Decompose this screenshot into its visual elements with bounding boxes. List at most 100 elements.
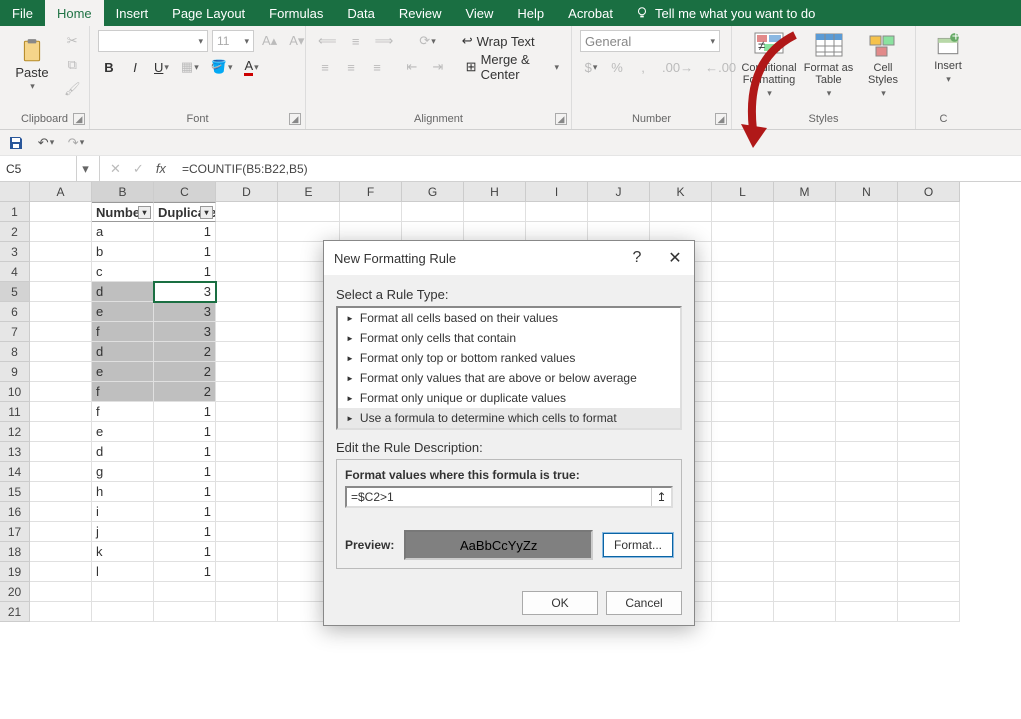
grid-cell[interactable]: 1 bbox=[154, 222, 216, 242]
grid-cell[interactable] bbox=[836, 322, 898, 342]
grid-cell[interactable] bbox=[836, 202, 898, 222]
grid-cell[interactable] bbox=[712, 462, 774, 482]
grid-cell[interactable] bbox=[774, 202, 836, 222]
clipboard-launcher[interactable]: ◢ bbox=[73, 113, 85, 125]
grid-cell[interactable]: 1 bbox=[154, 462, 216, 482]
grid-cell[interactable]: e bbox=[92, 302, 154, 322]
row-header[interactable]: 15 bbox=[0, 482, 30, 502]
grid-cell[interactable]: l bbox=[92, 562, 154, 582]
grid-cell[interactable] bbox=[712, 242, 774, 262]
font-color-button[interactable]: A▾ bbox=[240, 56, 262, 78]
row-header[interactable]: 6 bbox=[0, 302, 30, 322]
grid-cell[interactable] bbox=[836, 362, 898, 382]
grid-cell[interactable] bbox=[898, 462, 960, 482]
grid-cell[interactable] bbox=[774, 402, 836, 422]
grid-cell[interactable] bbox=[898, 242, 960, 262]
grid-cell[interactable] bbox=[216, 542, 278, 562]
grid-cell[interactable] bbox=[30, 222, 92, 242]
row-header[interactable]: 3 bbox=[0, 242, 30, 262]
italic-button[interactable]: I bbox=[124, 56, 146, 78]
align-bottom-button[interactable]: ⟹ bbox=[371, 30, 398, 52]
grid-cell[interactable] bbox=[898, 502, 960, 522]
grid-cell[interactable] bbox=[836, 462, 898, 482]
grid-cell[interactable]: 3 bbox=[154, 302, 216, 322]
grid-cell[interactable] bbox=[402, 222, 464, 242]
grid-cell[interactable] bbox=[712, 382, 774, 402]
align-middle-button[interactable]: ≡ bbox=[345, 30, 367, 52]
grid-cell[interactable] bbox=[898, 282, 960, 302]
grid-cell[interactable] bbox=[464, 202, 526, 222]
shrink-font-button[interactable]: A▾ bbox=[285, 30, 308, 52]
grid-cell[interactable]: k bbox=[92, 542, 154, 562]
align-center-button[interactable]: ≡ bbox=[340, 56, 362, 78]
grid-cell[interactable] bbox=[774, 222, 836, 242]
grid-cell[interactable] bbox=[898, 382, 960, 402]
grid-cell[interactable] bbox=[30, 302, 92, 322]
grid-cell[interactable] bbox=[588, 222, 650, 242]
name-box-dropdown[interactable]: ▾ bbox=[76, 156, 94, 181]
underline-button[interactable]: U▾ bbox=[150, 56, 173, 78]
format-painter-button[interactable]: 🖌 bbox=[60, 78, 85, 100]
rule-type-item[interactable]: Format only values that are above or bel… bbox=[338, 368, 680, 388]
font-name-box[interactable]: ▾ bbox=[98, 30, 208, 52]
row-header[interactable]: 9 bbox=[0, 362, 30, 382]
rule-type-item[interactable]: Format all cells based on their values bbox=[338, 308, 680, 328]
grid-cell[interactable] bbox=[898, 302, 960, 322]
column-header[interactable]: K bbox=[650, 182, 712, 202]
grid-cell[interactable] bbox=[712, 402, 774, 422]
grid-cell[interactable] bbox=[774, 562, 836, 582]
copy-button[interactable]: ⧉ bbox=[61, 54, 83, 76]
cancel-formula-button[interactable]: ✕ bbox=[110, 161, 121, 177]
row-header[interactable]: 8 bbox=[0, 342, 30, 362]
row-header[interactable]: 1 bbox=[0, 202, 30, 222]
wrap-text-button[interactable]: ↩Wrap Text bbox=[458, 30, 539, 52]
cut-button[interactable]: ✂ bbox=[61, 30, 83, 52]
grid-cell[interactable] bbox=[464, 222, 526, 242]
row-header[interactable]: 18 bbox=[0, 542, 30, 562]
undo-button[interactable]: ↶▾ bbox=[36, 133, 56, 153]
row-header[interactable]: 7 bbox=[0, 322, 30, 342]
grid-cell[interactable]: f bbox=[92, 402, 154, 422]
grid-cell[interactable] bbox=[402, 202, 464, 222]
grid-cell[interactable] bbox=[774, 302, 836, 322]
grid-cell[interactable] bbox=[588, 202, 650, 222]
percent-button[interactable]: % bbox=[606, 56, 628, 78]
row-header[interactable]: 21 bbox=[0, 602, 30, 622]
grid-cell[interactable]: 2 bbox=[154, 342, 216, 362]
align-top-button[interactable]: ⟸ bbox=[314, 30, 341, 52]
grid-cell[interactable] bbox=[898, 562, 960, 582]
grid-cell[interactable] bbox=[774, 582, 836, 602]
grid-cell[interactable] bbox=[898, 582, 960, 602]
grid-cell[interactable] bbox=[216, 562, 278, 582]
rule-formula-input[interactable] bbox=[347, 488, 651, 506]
grid-cell[interactable] bbox=[216, 502, 278, 522]
fill-color-button[interactable]: 🪣▾ bbox=[207, 56, 237, 78]
grid-cell[interactable] bbox=[30, 482, 92, 502]
grid-cell[interactable] bbox=[774, 342, 836, 362]
grid-cell[interactable] bbox=[216, 322, 278, 342]
grid-cell[interactable] bbox=[836, 402, 898, 422]
grid-cell[interactable]: 3 bbox=[154, 282, 216, 302]
filter-icon[interactable]: ▾ bbox=[138, 206, 151, 219]
grid-cell[interactable] bbox=[898, 202, 960, 222]
increase-decimal-button[interactable]: .00→ bbox=[658, 56, 697, 78]
grid-cell[interactable] bbox=[712, 222, 774, 242]
grid-cell[interactable]: 1 bbox=[154, 402, 216, 422]
grid-cell[interactable]: b bbox=[92, 242, 154, 262]
grid-cell[interactable] bbox=[712, 282, 774, 302]
grid-cell[interactable] bbox=[30, 202, 92, 222]
grow-font-button[interactable]: A▴ bbox=[258, 30, 281, 52]
grid-cell[interactable] bbox=[898, 522, 960, 542]
grid-cell[interactable] bbox=[340, 222, 402, 242]
grid-cell[interactable] bbox=[526, 202, 588, 222]
align-left-button[interactable]: ≡ bbox=[314, 56, 336, 78]
grid-cell[interactable] bbox=[712, 202, 774, 222]
grid-cell[interactable]: d bbox=[92, 442, 154, 462]
grid-cell[interactable] bbox=[712, 262, 774, 282]
grid-cell[interactable]: d bbox=[92, 342, 154, 362]
grid-cell[interactable] bbox=[836, 542, 898, 562]
grid-cell[interactable] bbox=[836, 282, 898, 302]
grid-cell[interactable] bbox=[898, 262, 960, 282]
formula-input[interactable]: =COUNTIF(B5:B22,B5) bbox=[176, 156, 1021, 181]
grid-cell[interactable]: d bbox=[92, 282, 154, 302]
